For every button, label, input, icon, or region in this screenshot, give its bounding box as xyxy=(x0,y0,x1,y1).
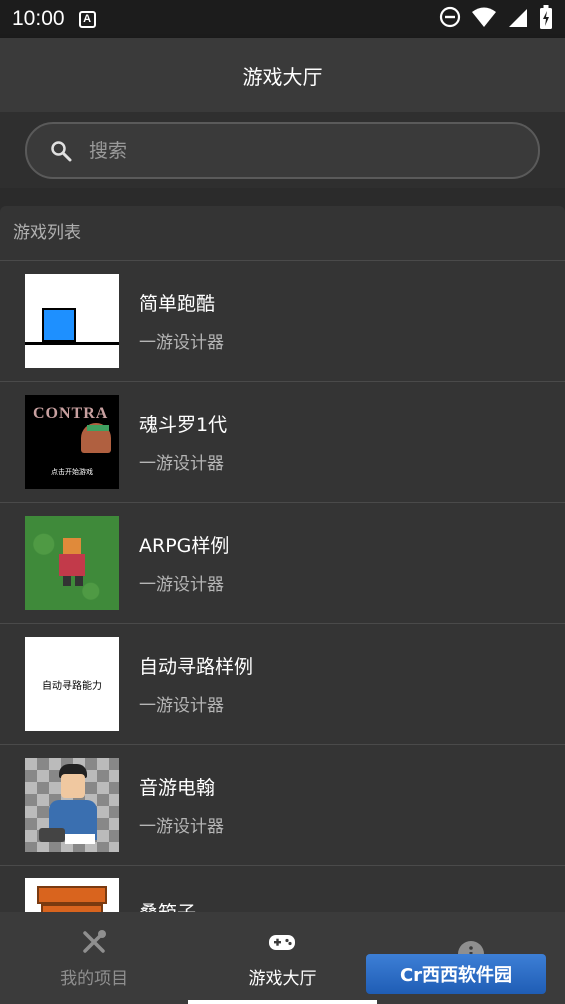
search-area xyxy=(0,112,565,188)
game-author: 一游设计器 xyxy=(139,696,224,716)
active-tab-indicator xyxy=(188,1000,377,1004)
contra-caption: 点击开始游戏 xyxy=(51,468,93,476)
fox-character-thumbnail xyxy=(25,516,119,610)
app-bar: 游戏大厅 xyxy=(0,38,565,112)
list-item[interactable]: 自动寻路能力 自动寻路样例 一游设计器 xyxy=(0,624,565,745)
list-item[interactable]: 音游电翰 一游设计器 xyxy=(0,745,565,866)
notification-badge: A xyxy=(78,10,96,28)
tools-icon xyxy=(80,928,108,956)
signal-icon xyxy=(507,6,529,32)
do-not-disturb-icon xyxy=(439,6,461,32)
search-input[interactable] xyxy=(89,139,489,162)
nav-label: 游戏大厅 xyxy=(248,968,317,989)
game-title: 自动寻路样例 xyxy=(139,656,254,678)
nav-game-hall[interactable]: 游戏大厅 xyxy=(188,912,377,1004)
wifi-icon xyxy=(471,6,497,32)
game-title: ARPG样例 xyxy=(139,535,230,557)
list-item[interactable]: 简单跑酷 一游设计器 xyxy=(0,261,565,382)
watermark-text: Cr西西软件园 xyxy=(399,965,513,986)
list-item[interactable]: 叠箱子 xyxy=(0,866,565,912)
status-icons xyxy=(439,5,553,33)
game-author: 一游设计器 xyxy=(139,817,224,837)
pathfinding-thumbnail: 自动寻路能力 xyxy=(25,637,119,731)
list-item[interactable]: CONTRA 点击开始游戏 魂斗罗1代 一游设计器 xyxy=(0,382,565,503)
search-icon xyxy=(49,139,73,163)
nav-label: 我的项目 xyxy=(60,968,129,989)
boxes-thumbnail xyxy=(25,878,119,912)
status-time: 10:00 xyxy=(12,7,65,30)
game-title: 音游电翰 xyxy=(139,777,216,799)
nav-my-projects[interactable]: 我的项目 xyxy=(0,912,188,1004)
game-author: 一游设计器 xyxy=(139,333,224,353)
runner-thumbnail xyxy=(25,274,119,368)
section-label: 游戏列表 xyxy=(0,206,565,261)
contra-logo-text: CONTRA xyxy=(33,405,109,422)
gamepad-icon xyxy=(268,928,296,956)
game-title: 魂斗罗1代 xyxy=(139,414,228,436)
game-list: 游戏列表 简单跑酷 一游设计器 CONTRA 点击开始游戏 魂斗罗1代 一游设计… xyxy=(0,206,565,912)
page-title: 游戏大厅 xyxy=(242,64,323,89)
game-author: 一游设计器 xyxy=(139,454,224,474)
list-item[interactable]: ARPG样例 一游设计器 xyxy=(0,503,565,624)
watermark-logo: Cr西西软件园 xyxy=(366,954,546,994)
pathfinding-thumb-text: 自动寻路能力 xyxy=(42,680,102,692)
game-author: 一游设计器 xyxy=(139,575,224,595)
battery-icon xyxy=(539,5,553,33)
contra-thumbnail: CONTRA 点击开始游戏 xyxy=(25,395,119,489)
status-bar: 10:00 A xyxy=(0,0,565,38)
game-title: 叠箱子 xyxy=(139,898,196,912)
game-title: 简单跑酷 xyxy=(139,293,216,315)
musician-thumbnail xyxy=(25,758,119,852)
search-box[interactable] xyxy=(25,122,540,179)
